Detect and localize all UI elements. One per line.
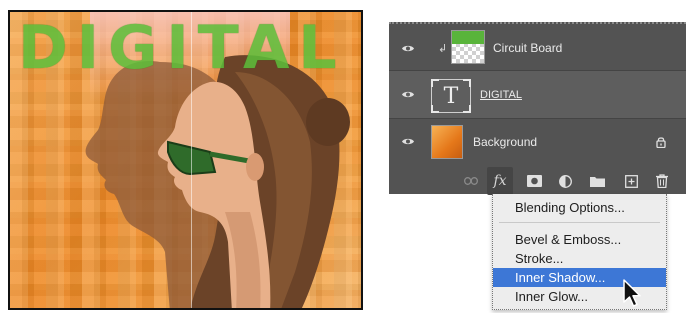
new-layer-icon[interactable] [623,173,639,189]
lock-icon [656,136,666,148]
fx-icon[interactable]: fx [492,173,508,189]
mask-icon[interactable] [526,173,542,189]
background-thumbnail [431,125,463,159]
ear [246,153,264,181]
adjustment-layer-icon[interactable] [557,173,573,189]
menu-item-stroke[interactable]: Stroke... [493,249,666,268]
eye-icon[interactable] [401,90,415,99]
image-canvas: DIGITAL [8,10,363,310]
mouse-cursor-icon [623,279,641,307]
layer-row-background[interactable]: Background [389,118,686,164]
layer-name[interactable]: DIGITAL [480,89,522,101]
clipping-mask-icon: ↲ [438,42,448,55]
digital-title-text: DIGITAL [18,13,346,83]
folder-icon[interactable] [589,173,605,189]
layers-panel: ↲ Circuit Board T DIGITAL Background fx [389,22,686,196]
menu-item-blending-options[interactable]: Blending Options... [493,198,666,217]
circuit-board-thumbnail [451,30,485,64]
type-layer-thumbnail: T [431,79,471,113]
link-icon[interactable] [463,173,479,189]
hair-bun [306,98,350,146]
layer-row-circuit-board[interactable]: ↲ Circuit Board [389,24,686,72]
eye-icon[interactable] [401,44,415,53]
menu-item-bevel-emboss[interactable]: Bevel & Emboss... [493,230,666,249]
menu-separator [499,222,660,223]
layers-panel-footer: fx [389,164,686,196]
eye-icon[interactable] [401,137,415,146]
trash-icon[interactable] [654,173,670,189]
layer-row-digital[interactable]: T DIGITAL [389,70,686,118]
layer-name[interactable]: Background [473,135,537,149]
type-T-icon: T [443,84,459,109]
layer-name[interactable]: Circuit Board [493,41,562,55]
